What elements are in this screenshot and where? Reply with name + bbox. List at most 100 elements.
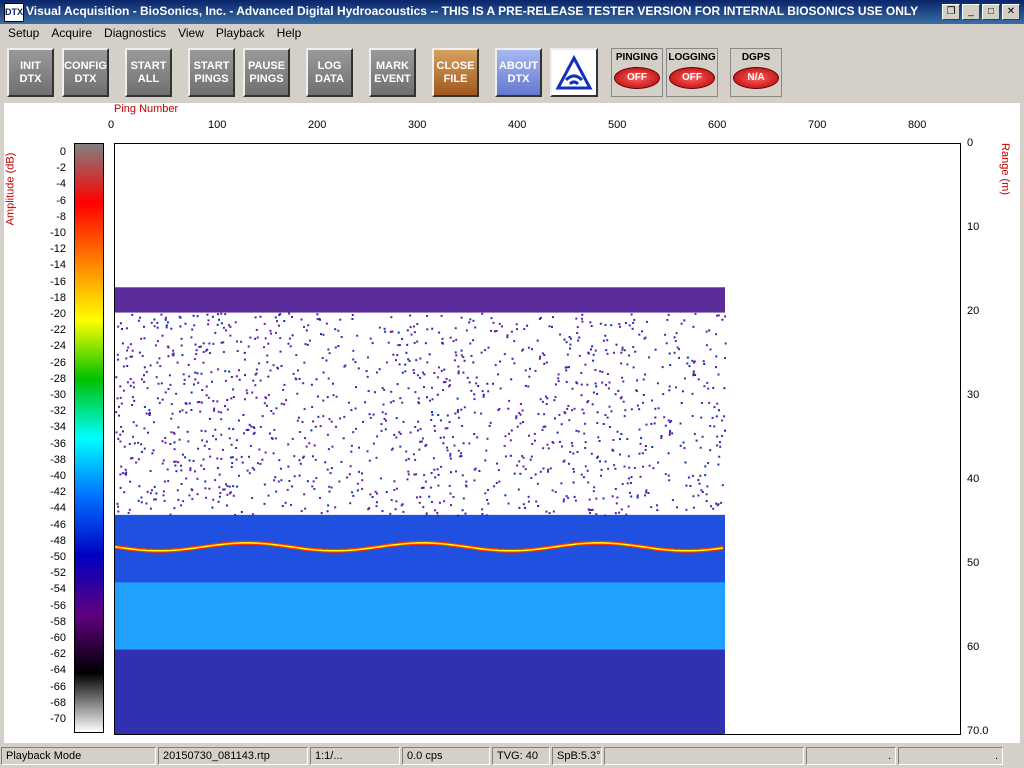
- amplitude-tick-label: -28: [50, 372, 66, 385]
- amplitude-tick-label: -14: [50, 259, 66, 272]
- amplitude-tick-label: -16: [50, 275, 66, 288]
- x-tick-label: 200: [308, 119, 327, 131]
- amplitude-tick-label: -58: [50, 615, 66, 628]
- amplitude-tick-label: -66: [50, 680, 66, 693]
- indicator-label: DGPS: [741, 52, 771, 63]
- button-label: PINGS: [249, 72, 284, 85]
- range-tick-label: 30: [967, 389, 980, 401]
- button-label: INIT: [20, 59, 41, 72]
- amplitude-tick-label: -10: [50, 227, 66, 239]
- toolbar: INIT DTX CONFIG DTX START ALL START PINGS PA…: [0, 44, 1024, 101]
- status-spb: SpB:5.3°: [552, 747, 602, 765]
- range-tick-label: 60: [967, 641, 980, 653]
- indicator-light: OFF: [614, 67, 660, 89]
- amplitude-tick-label: -8: [56, 210, 66, 223]
- indicator-light: OFF: [669, 67, 715, 89]
- amplitude-tick-label: -32: [50, 405, 66, 418]
- menu-view[interactable]: View: [170, 24, 208, 42]
- range-tick-label: 20: [967, 305, 980, 317]
- amplitude-tick-label: -20: [50, 308, 66, 320]
- button-label: DTX: [74, 72, 97, 85]
- range-tick-label: 40: [967, 473, 980, 485]
- amplitude-tick-label: -70: [50, 713, 66, 725]
- maximize-button[interactable]: □: [982, 4, 1000, 20]
- amplitude-tick-label: -18: [50, 291, 66, 304]
- mark-event-button[interactable]: MARK EVENT: [369, 48, 416, 97]
- amplitude-tick-label: -38: [50, 453, 66, 466]
- start-all-button[interactable]: START ALL: [125, 48, 172, 97]
- status-cps: 0.0 cps: [402, 747, 490, 765]
- button-label: DTX: [507, 72, 530, 85]
- log-data-button[interactable]: LOG DATA: [306, 48, 353, 97]
- amplitude-tick-label: -64: [50, 664, 66, 677]
- echogram-image: [115, 287, 727, 734]
- echogram-plot[interactable]: [114, 143, 961, 735]
- amplitude-axis-label: Amplitude (dB): [4, 152, 17, 226]
- button-label: PAUSE: [247, 59, 286, 72]
- status-dot: .: [898, 747, 1003, 765]
- x-tick-label: 300: [408, 119, 427, 131]
- button-label: CONFIG: [64, 59, 107, 72]
- amplitude-tick-label: -40: [50, 470, 66, 482]
- amplitude-tick-label: -26: [50, 356, 66, 369]
- x-tick-label: 0: [108, 119, 115, 131]
- scatter-layer: [115, 582, 725, 650]
- app-icon: DTX: [4, 3, 24, 22]
- button-label: PINGS: [194, 72, 229, 85]
- surface-band: [115, 287, 725, 313]
- close-button[interactable]: ✕: [1002, 4, 1020, 20]
- close-file-button[interactable]: CLOSE FILE: [432, 48, 479, 97]
- amplitude-tick-label: -24: [50, 340, 66, 353]
- amplitude-tick-label: 0: [59, 146, 66, 158]
- init-dtx-button[interactable]: INIT DTX: [7, 48, 54, 97]
- menu-help[interactable]: Help: [269, 24, 306, 42]
- x-axis-label: Ping Number: [114, 103, 179, 115]
- x-tick-label: 600: [708, 119, 727, 131]
- amplitude-tick-label: -30: [50, 389, 66, 401]
- echogram-panel: Ping Number 0 100 200 300 400 500 600 700 800 Am…: [4, 103, 1020, 743]
- range-tick-label: 0: [967, 137, 974, 149]
- button-label: LOG: [317, 59, 342, 72]
- biosonics-logo-icon[interactable]: [550, 48, 598, 97]
- indicator-label: PINGING: [615, 52, 659, 63]
- window-title: Visual Acquisition - BioSonics, Inc. - A…: [26, 4, 919, 18]
- status-filename: 20150730_081143.rtp: [158, 747, 308, 765]
- start-pings-button[interactable]: START PINGS: [188, 48, 235, 97]
- menu-acquire[interactable]: Acquire: [43, 24, 96, 42]
- button-label: START: [130, 59, 167, 72]
- indicator-label: LOGGING: [668, 52, 716, 63]
- status-dot: .: [806, 747, 896, 765]
- x-tick-label: 800: [908, 119, 927, 131]
- status-mode: Playback Mode: [1, 747, 156, 765]
- amplitude-tick-label: -46: [50, 518, 66, 531]
- amplitude-tick-label: -62: [50, 648, 66, 661]
- amplitude-tick-label: -12: [50, 243, 66, 256]
- range-tick-label: 50: [967, 557, 980, 569]
- menu-diagnostics[interactable]: Diagnostics: [96, 24, 170, 42]
- menu-bar: Setup Acquire Diagnostics View Playback …: [0, 24, 1024, 42]
- config-dtx-button[interactable]: CONFIG DTX: [62, 48, 109, 97]
- menu-setup[interactable]: Setup: [0, 24, 43, 42]
- amplitude-tick-label: -6: [56, 194, 66, 207]
- amplitude-colorbar: [74, 143, 104, 733]
- amplitude-tick-label: -36: [50, 437, 66, 450]
- amplitude-tick-label: -22: [50, 324, 66, 337]
- x-tick-label: 700: [808, 119, 827, 131]
- minimize-button[interactable]: _: [962, 4, 980, 20]
- amplitude-tick-label: -34: [50, 421, 66, 434]
- pause-pings-button[interactable]: PAUSE PINGS: [243, 48, 290, 97]
- logging-indicator: LOGGING OFF: [666, 48, 718, 97]
- amplitude-tick-label: -48: [50, 534, 66, 547]
- range-tick-label: 70.0: [967, 725, 989, 737]
- about-dtx-button[interactable]: ABOUT DTX: [495, 48, 542, 97]
- indicator-light: N/A: [733, 67, 779, 89]
- button-label: EVENT: [374, 72, 411, 85]
- button-label: CLOSE: [436, 59, 475, 72]
- restore-button[interactable]: ❐: [942, 4, 960, 20]
- menu-playback[interactable]: Playback: [208, 24, 269, 42]
- amplitude-tick-label: -56: [50, 599, 66, 612]
- amplitude-tick-label: -60: [50, 632, 66, 644]
- title-bar: DTX Visual Acquisition - BioSonics, Inc.…: [0, 0, 1024, 24]
- status-ratio: 1:1/...: [310, 747, 400, 765]
- amplitude-tick-label: -4: [56, 178, 66, 191]
